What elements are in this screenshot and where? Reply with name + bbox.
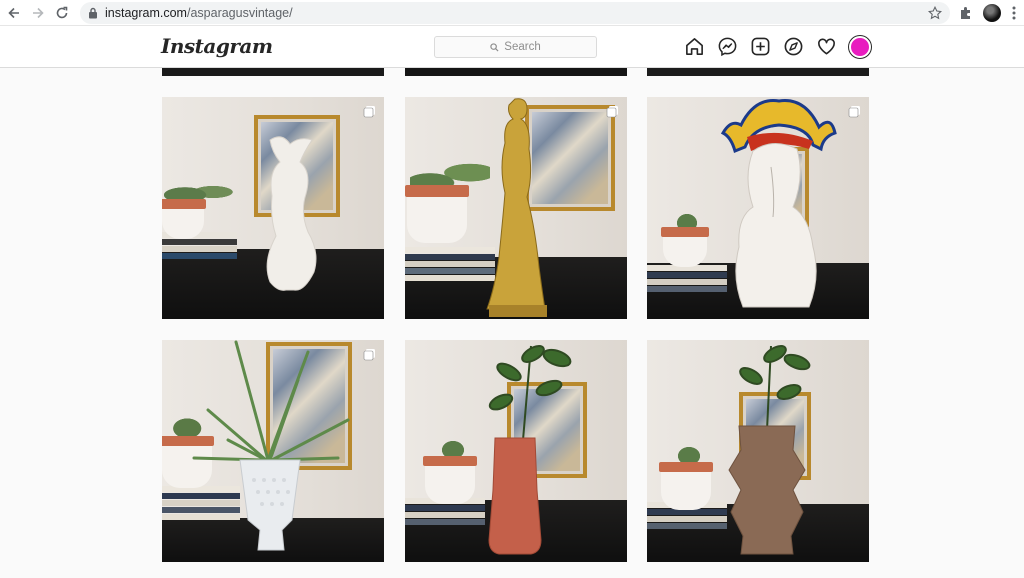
url-path: /asparagusvintage/	[186, 6, 293, 20]
lock-icon	[89, 7, 97, 19]
carousel-icon	[363, 106, 375, 118]
search-icon	[490, 42, 499, 52]
address-bar[interactable]: instagram.com/asparagusvintage/	[80, 2, 950, 24]
home-icon[interactable]	[684, 36, 705, 57]
browser-toolbar: instagram.com/asparagusvintage/	[0, 0, 1024, 26]
new-post-icon[interactable]	[750, 36, 771, 57]
carousel-icon	[606, 106, 618, 118]
search-placeholder: Search	[504, 41, 541, 53]
grid-tile-jester-sculpture[interactable]	[647, 97, 869, 319]
search-input[interactable]: Search	[434, 36, 597, 58]
grid-tile-partial[interactable]	[647, 68, 869, 76]
url-domain: instagram.com	[105, 6, 187, 20]
photo-grid	[0, 68, 1024, 578]
profile-avatar[interactable]	[849, 36, 871, 58]
explore-icon[interactable]	[783, 36, 804, 57]
carousel-icon	[848, 106, 860, 118]
heart-icon[interactable]	[816, 36, 837, 57]
instagram-logo[interactable]: Instagram	[161, 34, 273, 58]
back-arrow-icon[interactable]	[3, 2, 25, 24]
kebab-menu-icon[interactable]	[1008, 5, 1020, 21]
grid-tile-aloe-planter[interactable]	[162, 340, 384, 562]
forward-arrow-icon[interactable]	[27, 2, 49, 24]
star-icon[interactable]	[928, 6, 942, 20]
carousel-icon	[363, 349, 375, 361]
grid-tile-gold-statue[interactable]	[405, 97, 627, 319]
browser-profile-avatar[interactable]	[983, 4, 1001, 22]
grid-tile-white-statue[interactable]	[162, 97, 384, 319]
messenger-icon[interactable]	[717, 36, 738, 57]
reload-icon[interactable]	[51, 2, 73, 24]
grid-tile-partial[interactable]	[162, 68, 384, 76]
grid-tile-partial[interactable]	[405, 68, 627, 76]
puzzle-icon[interactable]	[958, 5, 974, 21]
instagram-header: Instagram Search	[0, 26, 1024, 68]
grid-tile-brown-vase[interactable]	[647, 340, 869, 562]
grid-tile-terracotta-vase[interactable]	[405, 340, 627, 562]
